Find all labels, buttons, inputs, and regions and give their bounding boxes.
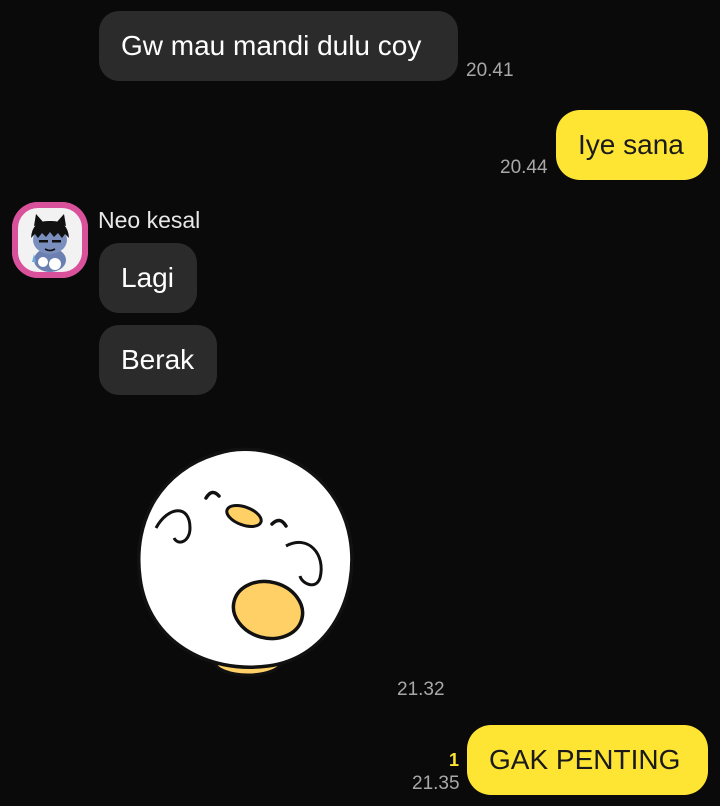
message-text: Gw mau mandi dulu coy: [121, 30, 422, 61]
message-timestamp: 20.44: [500, 157, 548, 178]
message-text: GAK PENTING: [489, 744, 681, 775]
message-bubble-incoming[interactable]: Gw mau mandi dulu coy: [99, 11, 458, 81]
message-bubble-incoming[interactable]: Berak: [99, 325, 217, 395]
message-bubble-outgoing[interactable]: Iye sana: [556, 110, 708, 180]
sender-name: Neo kesal: [98, 207, 201, 233]
cat-character-avatar-icon: [12, 202, 88, 278]
unread-count-badge: 1: [449, 750, 460, 770]
message-bubble-incoming[interactable]: Lagi: [99, 243, 197, 313]
message-text: Lagi: [121, 262, 174, 293]
sender-avatar[interactable]: [12, 202, 88, 278]
message-text: Iye sana: [578, 129, 684, 160]
sticker-message[interactable]: [118, 430, 378, 700]
message-timestamp: 20.41: [466, 60, 514, 81]
message-timestamp: 21.32: [397, 679, 445, 700]
message-text: Berak: [121, 344, 195, 375]
message-bubble-outgoing[interactable]: GAK PENTING: [467, 725, 708, 795]
duck-sticker-icon: [137, 447, 354, 677]
message-timestamp: 21.35: [412, 773, 460, 794]
